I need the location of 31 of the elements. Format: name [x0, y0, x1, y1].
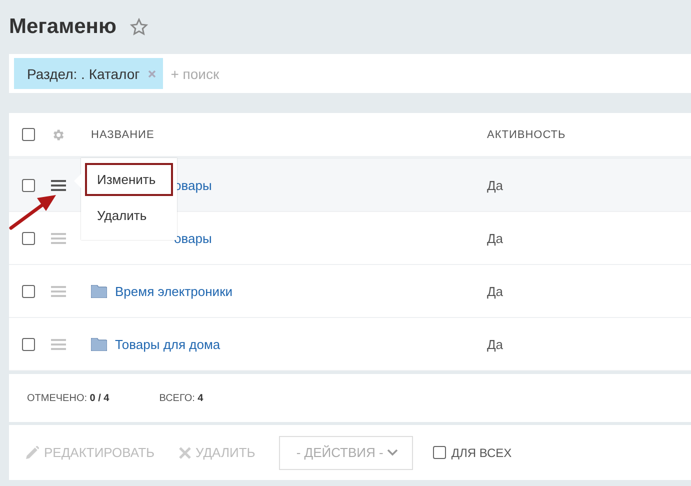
for-all-label: ДЛЯ ВСЕХ: [451, 446, 512, 460]
star-icon[interactable]: [130, 18, 148, 36]
row-checkbox[interactable]: [22, 338, 35, 350]
item-link[interactable]: Время электроники: [115, 284, 233, 298]
filter-tag[interactable]: Раздел: . Каталог: [14, 58, 163, 89]
column-header[interactable]: НАЗВАНИЕ: [91, 128, 487, 140]
checked-count: ОТМЕЧЕНО: 0 / 4: [27, 392, 110, 404]
row-checkbox[interactable]: [22, 232, 35, 244]
menu-icon[interactable]: [51, 180, 66, 190]
table-row[interactable]: Товары для дома Да: [9, 318, 691, 371]
menu-item[interactable]: Изменить: [85, 163, 173, 196]
column-header[interactable]: АКТИВНОСТЬ: [487, 128, 691, 140]
cross-icon: [178, 446, 191, 458]
table-cell-text: Да: [487, 178, 504, 192]
page-title: Мегаменю: [9, 15, 116, 39]
table-cell-text: Да: [487, 284, 504, 298]
table-cell-text: Да: [487, 336, 504, 352]
folder-icon: [91, 284, 107, 298]
filter-tag-label: Раздел: . Каталог: [27, 66, 140, 82]
folder-icon: [91, 338, 107, 350]
select-all-checkbox[interactable]: [22, 128, 35, 141]
item-link[interactable]: Товары для дома: [115, 336, 220, 352]
chevron-down-icon: [387, 449, 398, 456]
row-checkbox[interactable]: [22, 284, 35, 298]
pencil-icon: [26, 446, 39, 459]
table-row[interactable]: Время электроники Да: [9, 265, 691, 318]
for-all-checkbox[interactable]: [433, 446, 446, 459]
row-checkbox[interactable]: [22, 178, 35, 192]
total-count: ВСЕГО: 4: [159, 392, 204, 404]
item-link[interactable]: овары: [174, 230, 212, 246]
table-cell-text: Да: [487, 230, 504, 246]
